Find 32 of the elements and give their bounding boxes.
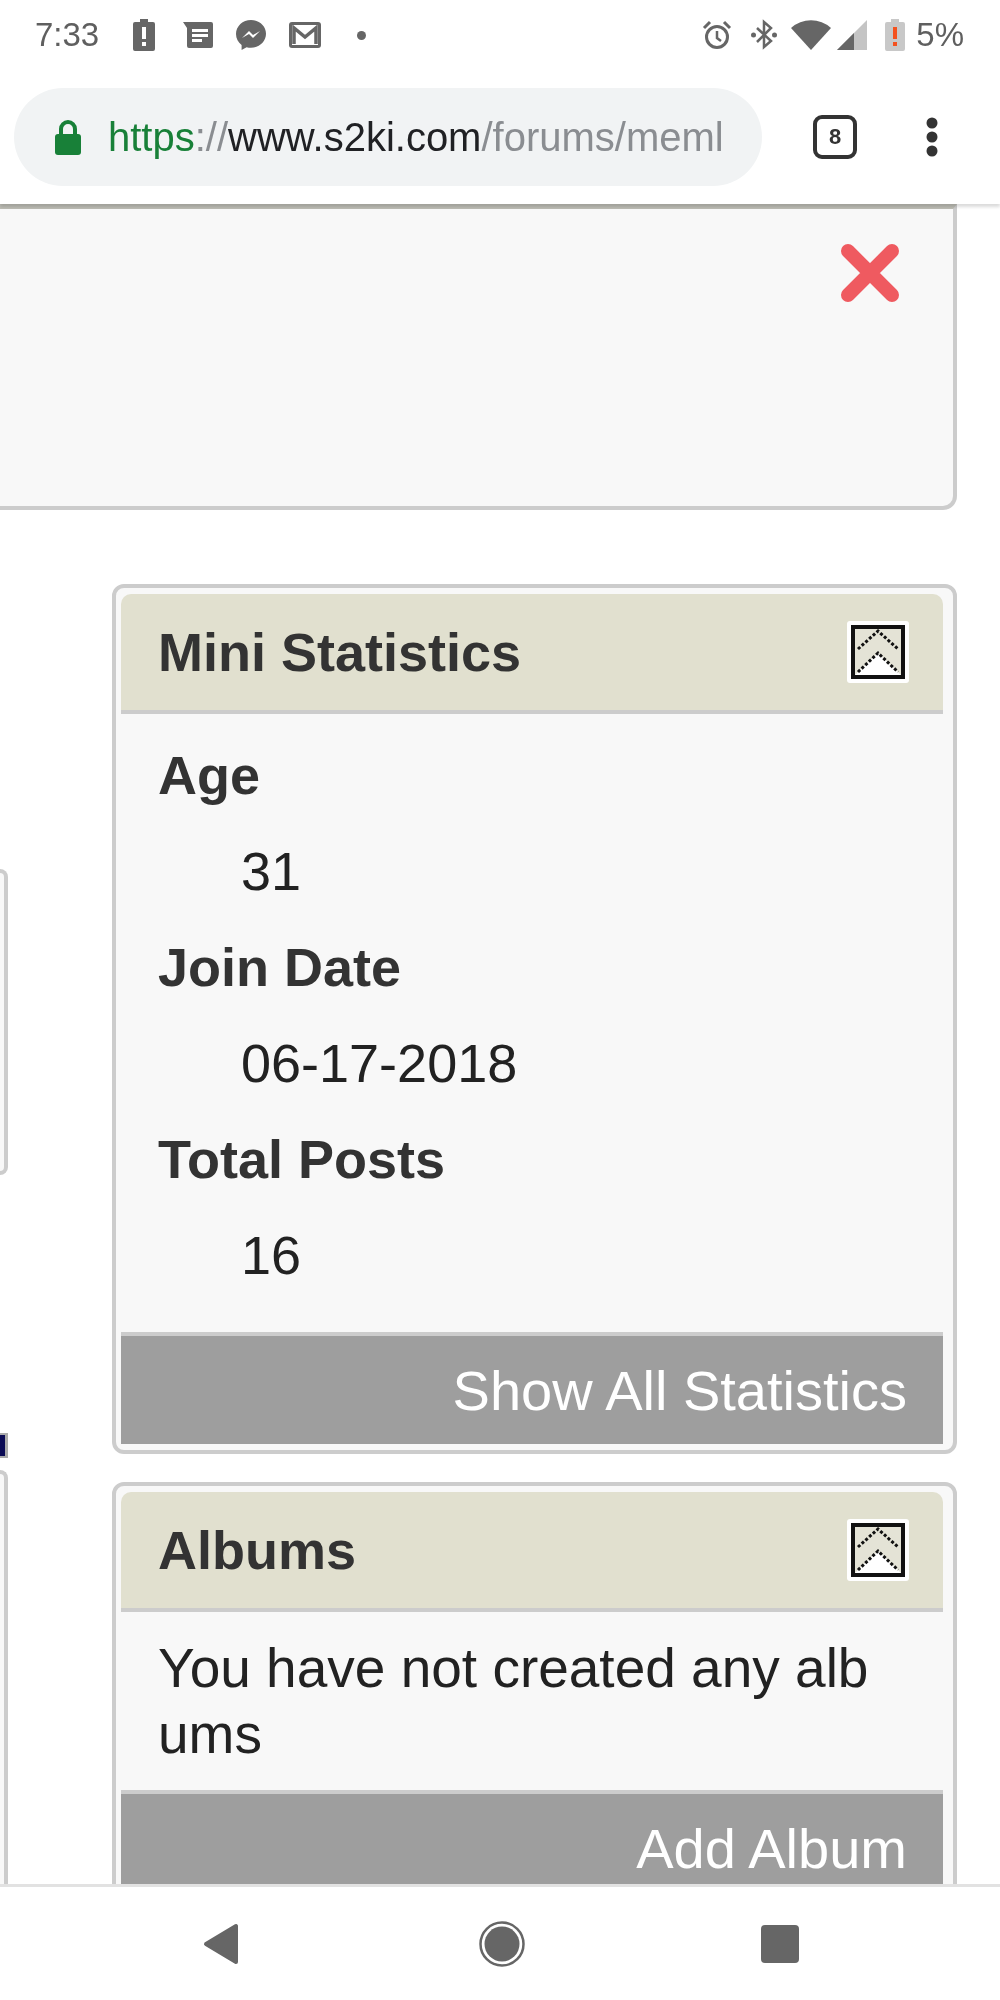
tab-switcher-button[interactable]: 8 bbox=[813, 115, 857, 159]
bluetooth-icon bbox=[751, 19, 778, 51]
stat-value: 31 bbox=[241, 840, 302, 902]
stat-value: 16 bbox=[241, 1224, 302, 1286]
notification-dot-icon bbox=[357, 30, 367, 40]
battery-alert-icon bbox=[133, 19, 156, 51]
lock-icon bbox=[54, 119, 82, 155]
status-time: 7:33 bbox=[35, 16, 100, 54]
recents-icon[interactable] bbox=[761, 1924, 799, 1963]
more-menu-icon[interactable] bbox=[925, 117, 939, 157]
mail-icon bbox=[289, 22, 322, 48]
card-title: Mini Statistics bbox=[158, 621, 522, 683]
battery-icon bbox=[885, 19, 906, 51]
block-edge bbox=[0, 1433, 8, 1458]
collapse-icon[interactable] bbox=[847, 621, 909, 683]
signal-icon bbox=[837, 20, 868, 50]
alarm-icon bbox=[702, 20, 733, 50]
back-icon[interactable] bbox=[203, 1922, 239, 1965]
close-icon[interactable] bbox=[838, 241, 902, 305]
message-icon bbox=[183, 22, 214, 48]
home-icon[interactable] bbox=[479, 1920, 525, 1967]
stat-label: Join Date bbox=[158, 936, 402, 998]
stat-label: Age bbox=[158, 744, 260, 806]
address-bar[interactable]: https://www.s2ki.com/forums/meml bbox=[14, 88, 762, 186]
card-title: Albums bbox=[158, 1519, 357, 1581]
collapse-icon[interactable] bbox=[847, 1519, 909, 1581]
stat-label: Total Posts bbox=[158, 1128, 446, 1190]
stat-value: 06-17-2018 bbox=[241, 1032, 518, 1094]
empty-message: You have not created any albums bbox=[158, 1636, 870, 1767]
wifi-icon bbox=[791, 20, 832, 50]
battery-percent: 5% bbox=[916, 16, 964, 54]
chat-bubble-icon bbox=[235, 19, 268, 51]
